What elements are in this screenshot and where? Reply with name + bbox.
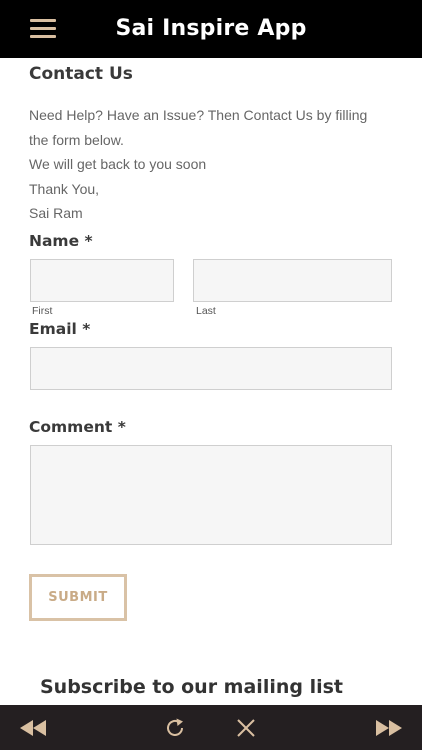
intro-line: Sai Ram xyxy=(29,205,83,221)
rewind-icon[interactable] xyxy=(14,705,52,750)
required-mark: * xyxy=(84,232,93,250)
page-content[interactable]: Contact Us Need Help? Have an Issue? The… xyxy=(0,58,422,705)
email-field[interactable] xyxy=(30,347,392,390)
last-name-sublabel: Last xyxy=(196,305,216,317)
menu-bar-line xyxy=(30,27,56,30)
first-name-sublabel: First xyxy=(32,305,53,317)
intro-line: We will get back to you soon xyxy=(29,156,207,172)
comment-label-text: Comment xyxy=(29,418,113,436)
close-icon[interactable] xyxy=(230,705,262,750)
comment-label: Comment * xyxy=(29,418,126,436)
first-name-input[interactable] xyxy=(30,259,174,302)
menu-bar-line xyxy=(30,19,56,22)
name-label-text: Name xyxy=(29,232,80,250)
required-mark: * xyxy=(82,320,91,338)
email-label: Email * xyxy=(29,320,90,338)
hamburger-menu-icon[interactable] xyxy=(30,19,56,39)
name-label: Name * xyxy=(29,232,93,250)
top-app-bar: Sai Inspire App xyxy=(0,0,422,58)
fast-forward-icon[interactable] xyxy=(370,705,408,750)
app-title: Sai Inspire App xyxy=(115,16,307,41)
intro-line: Need Help? Have an Issue? Then Contact U… xyxy=(29,107,368,148)
bottom-nav-bar xyxy=(0,705,422,750)
reload-icon[interactable] xyxy=(159,705,191,750)
email-label-text: Email xyxy=(29,320,77,338)
intro-text: Need Help? Have an Issue? Then Contact U… xyxy=(29,103,389,226)
submit-button[interactable]: SUBMIT xyxy=(29,574,127,621)
intro-line: Thank You, xyxy=(29,180,100,197)
last-name-input[interactable] xyxy=(193,259,392,302)
subscribe-heading: Subscribe to our mailing list xyxy=(40,676,343,698)
required-mark: * xyxy=(117,418,126,436)
page-title: Contact Us xyxy=(29,64,133,84)
comment-textarea[interactable] xyxy=(30,445,392,545)
menu-bar-line xyxy=(30,35,56,38)
